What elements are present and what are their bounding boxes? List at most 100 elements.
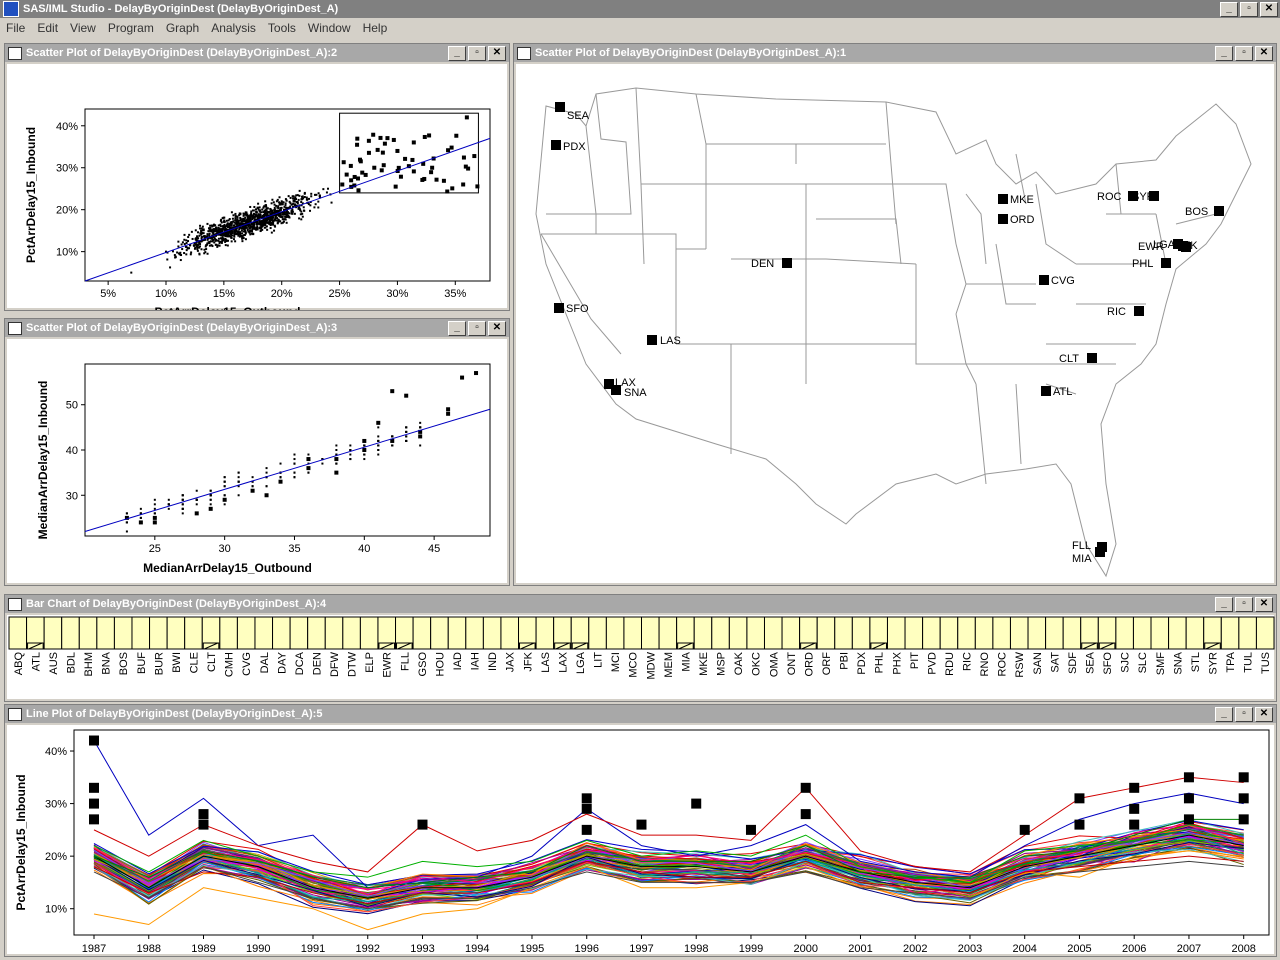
bar-cmh[interactable] [219,616,238,650]
restore-button[interactable]: ▫ [1240,2,1258,17]
line-plot-svg[interactable]: 1987 1988 1989 1990 1991 1992 1993 1994 1995 1996… [7,725,1276,956]
bar-ewr[interactable] [377,616,397,650]
bar-mco[interactable] [623,616,642,650]
bar-iad[interactable] [447,616,467,650]
minimize-button[interactable]: _ [448,321,466,336]
bar-okc[interactable] [746,616,765,650]
bar-lit[interactable] [588,616,607,650]
bar-chart-svg[interactable]: ABQ ATL AUS BDL BHM BNA BOS BUF BUR BWI CLE CLT CMH C… [7,615,1276,701]
bar-abq[interactable] [8,616,28,650]
bar-sea[interactable] [1080,616,1099,650]
bar-tpa[interactable] [1220,616,1240,650]
menu-help[interactable]: Help [363,21,388,35]
airport-marker-pdx[interactable] [551,140,561,150]
bar-pit[interactable] [904,616,924,650]
close-button[interactable]: ✕ [1260,2,1278,17]
bar-rsw[interactable] [1009,616,1029,650]
bar-gso[interactable] [412,616,432,650]
bar-msp[interactable] [711,616,730,650]
close-button[interactable]: ✕ [1255,597,1273,612]
menu-file[interactable]: File [6,21,25,35]
bar-las[interactable] [535,616,555,650]
bar-clt[interactable] [201,616,221,650]
bar-mia[interactable] [676,616,695,650]
bar-bdl[interactable] [61,616,80,650]
airport-marker-las[interactable] [647,335,657,345]
bar-tul[interactable] [1238,616,1257,650]
bar-syr[interactable] [1203,616,1222,650]
bar-mci[interactable] [605,616,625,650]
bar-tus[interactable] [1255,616,1275,650]
airport-marker-mia[interactable] [1095,547,1105,557]
bar-bwi[interactable] [166,616,186,650]
bar-ont[interactable] [781,616,801,650]
bar-oma[interactable] [763,616,783,650]
bar-dca[interactable] [289,616,309,650]
bar-hou[interactable] [430,616,449,650]
bar-lga[interactable] [570,616,590,650]
bar-bos[interactable] [113,616,133,650]
bar-jfk[interactable] [518,616,537,650]
maximize-button[interactable]: ▫ [468,321,486,336]
bar-bna[interactable] [96,616,115,650]
bar-atl[interactable] [26,616,45,650]
minimize-button[interactable]: _ [1215,707,1233,722]
bar-dal[interactable] [254,616,274,650]
close-button[interactable]: ✕ [1255,46,1273,61]
bar-rdu[interactable] [939,616,959,650]
menu-view[interactable]: View [70,21,96,35]
bar-sfo[interactable] [1097,616,1117,650]
airport-marker-cvg[interactable] [1039,275,1049,285]
bar-cle[interactable] [184,616,203,650]
us-map-svg[interactable]: SEAPDXSFOLAXSNALASDENMKEORDCVGATLCLTRICP… [516,64,1276,585]
bar-smf[interactable] [1150,616,1170,650]
bar-dtw[interactable] [342,616,361,650]
bar-mke[interactable] [693,616,713,650]
close-button[interactable]: ✕ [488,46,506,61]
bar-phl[interactable] [869,616,888,650]
airport-marker-phl[interactable] [1161,258,1171,268]
line-plot-canvas[interactable]: 1987 1988 1989 1990 1991 1992 1993 1994 1995 1996… [7,725,1276,956]
bar-rno[interactable] [974,616,994,650]
minimize-button[interactable]: _ [1215,597,1233,612]
airport-marker-ord[interactable] [998,214,1008,224]
airport-marker-ric[interactable] [1134,306,1144,316]
bar-mdw[interactable] [641,616,660,650]
bar-oak[interactable] [728,616,748,650]
bar-phx[interactable] [886,616,906,650]
minimize-button[interactable]: _ [1220,2,1238,17]
airport-marker-atl[interactable] [1041,386,1051,396]
bar-orf[interactable] [816,616,836,650]
airport-marker-clt[interactable] [1087,353,1097,363]
maximize-button[interactable]: ▫ [1235,707,1253,722]
bar-sna[interactable] [1168,616,1187,650]
bar-bur[interactable] [149,616,168,650]
bar-pvd[interactable] [922,616,941,650]
maximize-button[interactable]: ▫ [1235,46,1253,61]
bar-buf[interactable] [131,616,151,650]
menu-window[interactable]: Window [308,21,351,35]
maximize-button[interactable]: ▫ [1235,597,1253,612]
scatter-plot-3-svg[interactable]: 25 30 35 40 45 30 40 50 MedianArrDelay15_Outboun… [7,339,509,585]
close-button[interactable]: ✕ [1255,707,1273,722]
bar-roc[interactable] [992,616,1011,650]
bar-ord[interactable] [799,616,818,650]
bar-sjc[interactable] [1115,616,1134,650]
menu-analysis[interactable]: Analysis [211,21,256,35]
airport-marker-mke[interactable] [998,194,1008,204]
bar-pdx[interactable] [851,616,871,650]
bar-cvg[interactable] [236,616,256,650]
bar-elp[interactable] [359,616,379,650]
minimize-button[interactable]: _ [1215,46,1233,61]
scatter-plot-3-canvas[interactable]: 25 30 35 40 45 30 40 50 MedianArrDelay15_Outboun… [7,339,507,583]
menu-program[interactable]: Program [108,21,154,35]
menu-edit[interactable]: Edit [37,21,58,35]
airport-marker-den[interactable] [782,258,792,268]
bar-stl[interactable] [1185,616,1205,650]
airport-marker-sna[interactable] [611,385,621,395]
maximize-button[interactable]: ▫ [468,46,486,61]
airport-marker-sfo[interactable] [554,303,564,313]
menu-graph[interactable]: Graph [166,21,199,35]
bar-day[interactable] [272,616,291,650]
airport-marker-bos[interactable] [1214,206,1224,216]
